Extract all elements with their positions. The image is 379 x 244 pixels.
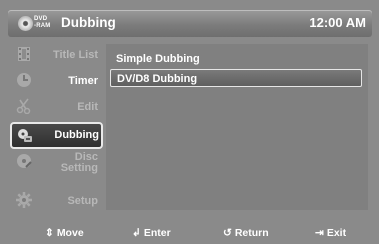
sidebar-item-label: Title List [52, 49, 98, 61]
sidebar-item-label: Timer [68, 75, 98, 87]
option-dv-d8-dubbing[interactable]: DV/D8 Dubbing [110, 69, 362, 87]
disc-icon [18, 16, 33, 31]
sidebar-item-dubbing[interactable]: Dubbing [10, 122, 103, 149]
dvd-ram-badge: DVD -RAM [18, 16, 52, 31]
sidebar-item-setup[interactable]: Setup [11, 188, 102, 214]
sidebar-item-edit[interactable]: Edit [11, 94, 102, 120]
header-bar: DVD -RAM Dubbing 12:00 AM [8, 10, 372, 37]
sidebar-item-label: Edit [77, 101, 98, 113]
badge-line-2: -RAM [34, 23, 51, 29]
footer-hints: ⇕ Move ↲ Enter ↺ Return ⇥ Exit [0, 219, 379, 244]
hint-move-label: Move [56, 227, 84, 239]
sidebar-item-timer[interactable]: Timer [11, 68, 102, 94]
hint-return: ↺ Return [223, 226, 269, 240]
hint-exit-label: Exit [326, 227, 347, 239]
sidebar-item-disc-setting[interactable]: Disc Setting [11, 149, 102, 175]
hint-move: ⇕ Move [45, 226, 84, 240]
return-icon: ↺ [223, 227, 232, 239]
dubbing-options-panel: Simple Dubbing DV/D8 Dubbing [106, 44, 368, 210]
option-simple-dubbing[interactable]: Simple Dubbing [110, 50, 362, 68]
hint-return-label: Return [234, 227, 269, 239]
clock: 12:00 AM [309, 15, 366, 30]
sidebar-item-label: Setup [67, 195, 98, 207]
page-title: Dubbing [61, 15, 116, 30]
sidebar-menu: Title List Timer Edit Dubbing Disc Setti… [10, 42, 103, 214]
sidebar-item-title-list[interactable]: Title List [11, 42, 102, 68]
updown-arrows-icon: ⇕ [45, 227, 54, 239]
hint-enter: ↲ Enter [132, 226, 171, 240]
hint-enter-label: Enter [143, 227, 171, 239]
sidebar-item-label: Dubbing [54, 129, 99, 141]
screen: DVD -RAM Dubbing 12:00 AM Title List Tim… [0, 0, 379, 244]
exit-icon: ⇥ [315, 227, 324, 239]
sidebar-item-label-line-2: Setting [60, 162, 98, 174]
enter-icon: ↲ [132, 227, 141, 239]
hint-exit: ⇥ Exit [315, 226, 346, 240]
badge-line-1: DVD [34, 16, 48, 22]
